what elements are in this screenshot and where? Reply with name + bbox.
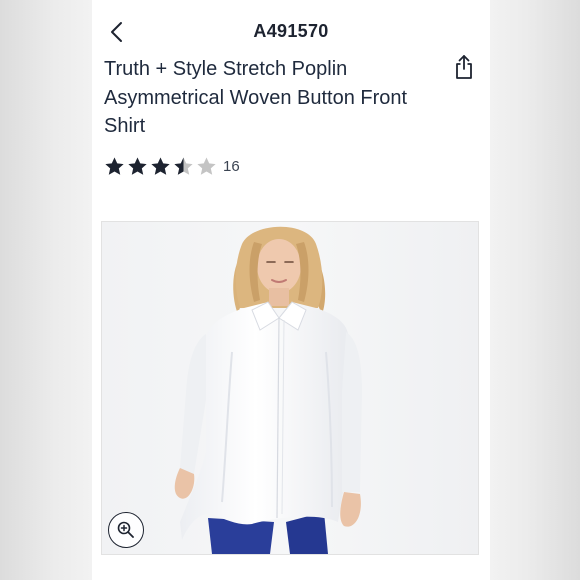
background-left <box>0 0 92 580</box>
product-card: A491570 Truth + Style Stretch Poplin Asy… <box>92 0 490 580</box>
product-image[interactable] <box>102 222 478 554</box>
star-icon <box>128 157 147 175</box>
share-icon <box>456 55 472 79</box>
review-count: 16 <box>223 157 240 175</box>
rating[interactable]: 16 <box>104 154 240 178</box>
star-icon <box>151 157 170 175</box>
share-button[interactable] <box>452 54 476 80</box>
rating-stars <box>104 156 219 177</box>
zoom-in-icon <box>117 521 134 538</box>
background-right <box>490 0 580 580</box>
star-icon <box>105 157 124 175</box>
model-photo <box>102 222 478 554</box>
zoom-button[interactable] <box>108 512 144 548</box>
star-icon <box>197 157 216 175</box>
star-icon <box>174 157 193 175</box>
product-title: Truth + Style Stretch Poplin Asymmetrica… <box>104 58 408 137</box>
item-number: A491570 <box>253 21 329 41</box>
